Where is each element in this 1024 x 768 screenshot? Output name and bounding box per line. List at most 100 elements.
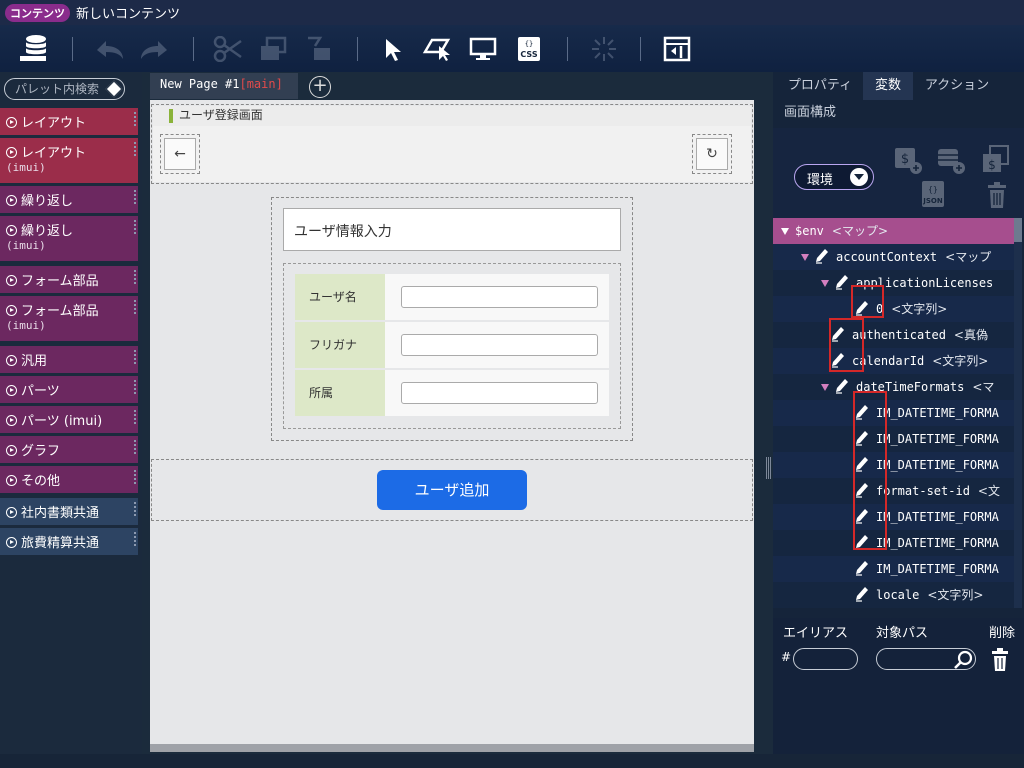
tree-node[interactable]: IM_DATETIME_FORMA xyxy=(773,556,1014,582)
drag-handle-icon[interactable] xyxy=(134,502,136,518)
css-icon[interactable]: {} CSS xyxy=(512,25,546,72)
drag-handle-icon[interactable] xyxy=(134,440,136,456)
trash-icon[interactable] xyxy=(986,182,1008,210)
add-global-variable-icon[interactable]: $ xyxy=(980,144,1012,176)
tab-properties[interactable]: プロパティ xyxy=(778,72,862,100)
palette-category-6[interactable]: 汎用 xyxy=(0,346,138,374)
palette-category-sub: (imui) xyxy=(6,319,46,332)
field-input[interactable] xyxy=(401,286,598,308)
add-user-button[interactable]: ユーザ追加 xyxy=(377,470,527,510)
palette-category-7[interactable]: パーツ xyxy=(0,376,138,404)
drag-handle-icon[interactable] xyxy=(134,112,136,128)
variable-type: <真偽 xyxy=(953,328,988,342)
drag-handle-icon[interactable] xyxy=(134,270,136,286)
tree-node[interactable]: authenticated <真偽 xyxy=(773,322,1014,348)
tree-node[interactable]: applicationLicenses xyxy=(773,270,1014,296)
palette-category-12[interactable]: 旅費精算共通 xyxy=(0,528,138,556)
expand-arrow-icon xyxy=(6,147,17,158)
paste-icon[interactable] xyxy=(300,25,336,72)
tab-actions[interactable]: アクション xyxy=(914,72,1000,100)
palette-category-3[interactable]: 繰り返し (imui) xyxy=(0,216,138,262)
drag-handle-icon[interactable] xyxy=(134,220,136,236)
svg-text:{}: {} xyxy=(525,40,533,48)
tree-node[interactable]: format-set-id <文 xyxy=(773,478,1014,504)
palette-category-0[interactable]: レイアウト xyxy=(0,108,138,136)
variable-name: IM_DATETIME_FORMA xyxy=(876,458,999,472)
back-button[interactable]: ← xyxy=(160,134,200,174)
drag-handle-icon[interactable] xyxy=(134,470,136,486)
edit-pen-icon[interactable] xyxy=(855,586,869,602)
edit-pen-icon[interactable] xyxy=(835,378,849,394)
panel-splitter[interactable] xyxy=(764,72,773,768)
tree-node[interactable]: 0 <文字列> xyxy=(773,296,1014,322)
add-record-variable-icon[interactable] xyxy=(936,146,968,176)
env-select[interactable]: 環境 xyxy=(794,164,874,190)
tab-variables[interactable]: 変数 xyxy=(863,72,913,100)
copy-icon[interactable] xyxy=(255,25,291,72)
palette-category-10[interactable]: その他 xyxy=(0,466,138,494)
loading-spinner-icon[interactable] xyxy=(586,25,622,72)
expand-toggle-icon[interactable] xyxy=(821,280,829,287)
tree-node[interactable]: calendarId <文字列> xyxy=(773,348,1014,374)
search-icon[interactable] xyxy=(953,649,975,671)
tree-root-env[interactable]: $env <マップ> xyxy=(773,218,1014,244)
tree-node[interactable]: locale <文字列> xyxy=(773,582,1014,608)
undo-icon[interactable] xyxy=(92,25,128,72)
tab-new-page[interactable]: New Page #1[main] xyxy=(150,73,298,99)
drag-handle-icon[interactable] xyxy=(134,380,136,396)
expand-arrow-icon xyxy=(6,537,17,548)
field-input[interactable] xyxy=(401,382,598,404)
tree-node[interactable]: IM_DATETIME_FORMA xyxy=(773,530,1014,556)
field-input[interactable] xyxy=(401,334,598,356)
palette-category-9[interactable]: グラフ xyxy=(0,436,138,464)
panel-toggle-icon[interactable] xyxy=(660,25,694,72)
tree-node[interactable]: IM_DATETIME_FORMA xyxy=(773,400,1014,426)
palette-category-1[interactable]: レイアウト (imui) xyxy=(0,138,138,184)
add-string-variable-icon[interactable]: $ xyxy=(893,146,925,176)
reload-button[interactable]: ↻ xyxy=(692,134,732,174)
variable-type: <文字列> xyxy=(932,354,989,368)
json-icon[interactable]: {} JSON xyxy=(920,180,948,210)
palette-category-8[interactable]: パーツ (imui) xyxy=(0,406,138,434)
tree-scrollbar[interactable] xyxy=(1014,218,1022,608)
drag-handle-icon[interactable] xyxy=(134,300,136,316)
expand-toggle-icon[interactable] xyxy=(801,254,809,261)
form-row: フリガナ xyxy=(295,322,609,368)
alias-input[interactable] xyxy=(793,648,858,670)
expand-toggle-icon[interactable] xyxy=(781,228,789,235)
expand-arrow-icon xyxy=(6,507,17,518)
preview-monitor-icon[interactable] xyxy=(466,25,500,72)
tree-node[interactable]: IM_DATETIME_FORMA xyxy=(773,452,1014,478)
palette-category-11[interactable]: 社内書類共通 xyxy=(0,498,138,526)
palette-category-4[interactable]: フォーム部品 xyxy=(0,266,138,294)
add-page-icon[interactable]: + xyxy=(309,76,331,98)
palette-category-2[interactable]: 繰り返し xyxy=(0,186,138,214)
form-row: 所属 xyxy=(295,370,609,416)
drag-handle-icon[interactable] xyxy=(134,532,136,548)
drag-handle-icon[interactable] xyxy=(134,190,136,206)
select-arrow-icon[interactable] xyxy=(376,25,410,72)
tree-node[interactable]: IM_DATETIME_FORMA xyxy=(773,504,1014,530)
tab-screen-structure[interactable]: 画面構成 xyxy=(784,100,836,126)
palette-category-5[interactable]: フォーム部品 (imui) xyxy=(0,296,138,342)
tree-node[interactable]: dateTimeFormats <マ xyxy=(773,374,1014,400)
drag-handle-icon[interactable] xyxy=(134,410,136,426)
redo-icon[interactable] xyxy=(136,25,172,72)
drag-select-icon[interactable] xyxy=(420,25,454,72)
edit-pen-icon[interactable] xyxy=(815,248,829,264)
database-icon[interactable] xyxy=(16,25,52,72)
canvas-scrollbar[interactable] xyxy=(150,744,754,752)
expand-toggle-icon[interactable] xyxy=(821,384,829,391)
tree-node[interactable]: accountContext <マップ xyxy=(773,244,1014,270)
variable-name: IM_DATETIME_FORMA xyxy=(876,562,999,576)
drag-handle-icon[interactable] xyxy=(134,350,136,366)
expand-arrow-icon xyxy=(6,117,17,128)
form-title: ユーザ情報入力 xyxy=(283,208,621,251)
cut-icon[interactable] xyxy=(210,25,246,72)
tree-node[interactable]: IM_DATETIME_FORMA xyxy=(773,426,1014,452)
alias-header: エイリアス 対象パス 削除 xyxy=(773,618,1024,644)
edit-pen-icon[interactable] xyxy=(835,274,849,290)
drag-handle-icon[interactable] xyxy=(134,142,136,158)
delete-alias-icon[interactable] xyxy=(991,648,1009,672)
edit-pen-icon[interactable] xyxy=(855,560,869,576)
